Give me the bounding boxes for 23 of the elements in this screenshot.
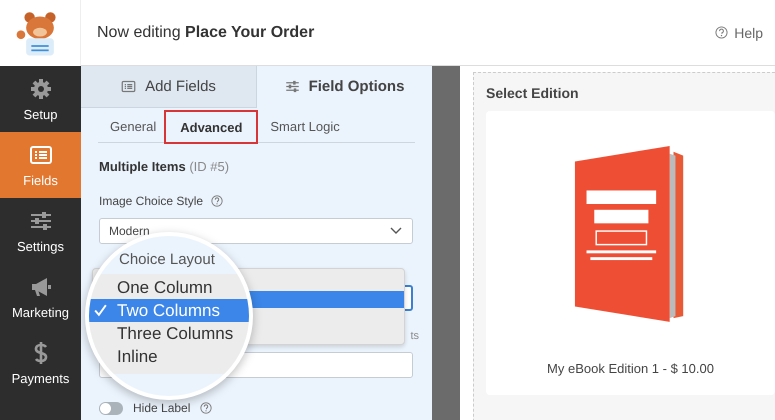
page-title: Now editing Place Your Order: [97, 24, 314, 42]
sidebar-item[interactable]: Settings: [0, 198, 81, 264]
choice-caption: My eBook Edition 1 - $ 10.00: [547, 361, 714, 376]
sidebar-item[interactable]: Payments: [0, 330, 81, 396]
help-link[interactable]: Help: [715, 24, 763, 40]
style-select[interactable]: Modern: [99, 218, 413, 244]
dropdown-option[interactable]: Three Columns: [89, 322, 249, 345]
dropdown-option[interactable]: One Column: [89, 276, 249, 299]
dropdown-option[interactable]: Inline: [89, 345, 249, 368]
sub-tab[interactable]: General: [98, 110, 164, 142]
sidebar-item[interactable]: Setup: [0, 66, 81, 132]
sub-tab[interactable]: Advanced: [164, 110, 258, 144]
image-choice-card[interactable]: My eBook Edition 1 - $ 10.00: [486, 111, 775, 395]
field-title: Select Edition: [486, 85, 580, 101]
sub-tab[interactable]: Smart Logic: [258, 110, 348, 142]
panel-tab[interactable]: Add Fields: [81, 66, 257, 108]
field-heading: Multiple Items (ID #5): [99, 159, 230, 175]
label-fragment: ts: [410, 329, 419, 344]
field-label: Choice Layout: [118, 250, 216, 270]
dropdown-option[interactable]: Two Columns: [89, 299, 249, 322]
field-label: Image Choice Style: [99, 194, 204, 208]
toggle-label: Hide Label: [133, 401, 190, 415]
sidebar-item[interactable]: Marketing: [0, 264, 81, 330]
